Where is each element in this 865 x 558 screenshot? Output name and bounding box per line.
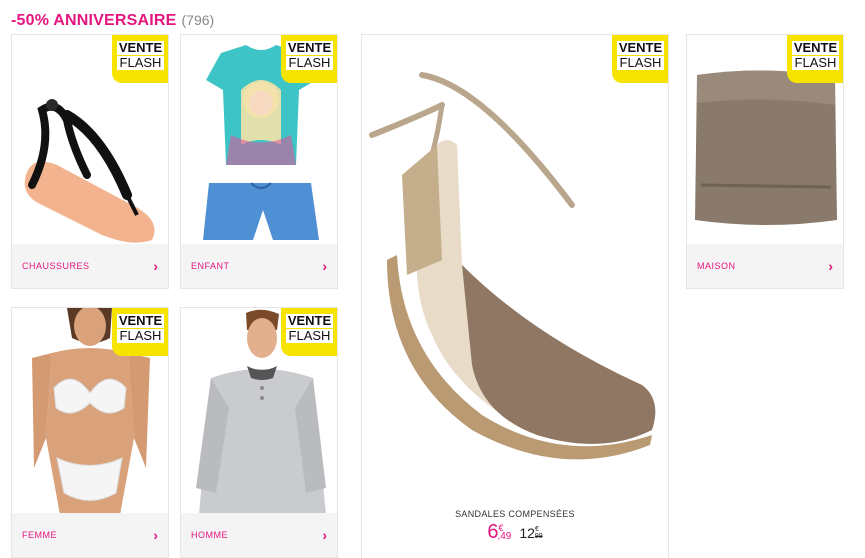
category-label: FEMME [22, 530, 57, 540]
card-footer[interactable]: ENFANT › [181, 244, 337, 288]
category-label: HOMME [191, 530, 228, 540]
vente-flash-badge: VENTE FLASH [281, 35, 337, 83]
badge-line-1: VENTE [792, 40, 839, 55]
vente-flash-badge: VENTE FLASH [112, 35, 168, 83]
espadrille-image[interactable] [362, 35, 668, 515]
badge-line-2: FLASH [617, 56, 664, 70]
badge-line-2: FLASH [792, 56, 839, 70]
product-name[interactable]: SANDALES COMPENSÉES [362, 509, 668, 519]
price-row: 6 € ,49 12 € 99 [362, 521, 668, 544]
vente-flash-badge: VENTE FLASH [281, 308, 337, 356]
original-price-currency: € [534, 526, 539, 533]
vente-flash-badge: VENTE FLASH [112, 308, 168, 356]
category-card-maison[interactable]: VENTE FLASH MAISON › [686, 34, 844, 289]
badge-line-1: VENTE [117, 40, 164, 55]
original-price-cents: 99 [534, 533, 543, 540]
featured-product-card[interactable]: VENTE FLASH SANDALES COMPENSÉES 6 € ,49 … [361, 34, 669, 558]
chevron-right-icon: › [153, 258, 158, 274]
chevron-right-icon: › [322, 527, 327, 543]
category-card-femme[interactable]: VENTE FLASH FEMME › [11, 307, 169, 558]
badge-line-2: FLASH [117, 56, 164, 70]
category-label: MAISON [697, 261, 736, 271]
badge-line-1: VENTE [286, 313, 333, 328]
badge-line-2: FLASH [286, 329, 333, 343]
card-footer[interactable]: HOMME › [181, 513, 337, 557]
badge-line-1: VENTE [286, 40, 333, 55]
badge-line-1: VENTE [617, 40, 664, 55]
category-label: CHAUSSURES [22, 261, 90, 271]
badge-line-2: FLASH [286, 56, 333, 70]
chevron-right-icon: › [828, 258, 833, 274]
sale-price: 6 € ,49 [487, 521, 511, 544]
card-footer[interactable]: CHAUSSURES › [12, 244, 168, 288]
badge-line-1: VENTE [117, 313, 164, 328]
category-card-homme[interactable]: VENTE FLASH HOMME › [180, 307, 338, 558]
original-price: 12 € 99 [519, 525, 542, 541]
section-title[interactable]: -50% ANNIVERSAIRE [11, 12, 177, 30]
section-header: -50% ANNIVERSAIRE (796) [11, 12, 214, 32]
sale-price-cents: ,49 [497, 531, 512, 542]
category-label: ENFANT [191, 261, 230, 271]
category-card-enfant[interactable]: VENTE FLASH ENFANT › [180, 34, 338, 289]
vente-flash-badge: VENTE FLASH [787, 35, 843, 83]
chevron-right-icon: › [322, 258, 327, 274]
item-count: (796) [181, 12, 215, 28]
chevron-right-icon: › [153, 527, 158, 543]
card-footer[interactable]: FEMME › [12, 513, 168, 557]
badge-line-2: FLASH [117, 329, 164, 343]
card-footer[interactable]: MAISON › [687, 244, 843, 288]
category-card-chaussures[interactable]: VENTE FLASH CHAUSSURES › [11, 34, 169, 289]
original-price-units: 12 [519, 525, 535, 541]
vente-flash-badge: VENTE FLASH [612, 35, 668, 83]
